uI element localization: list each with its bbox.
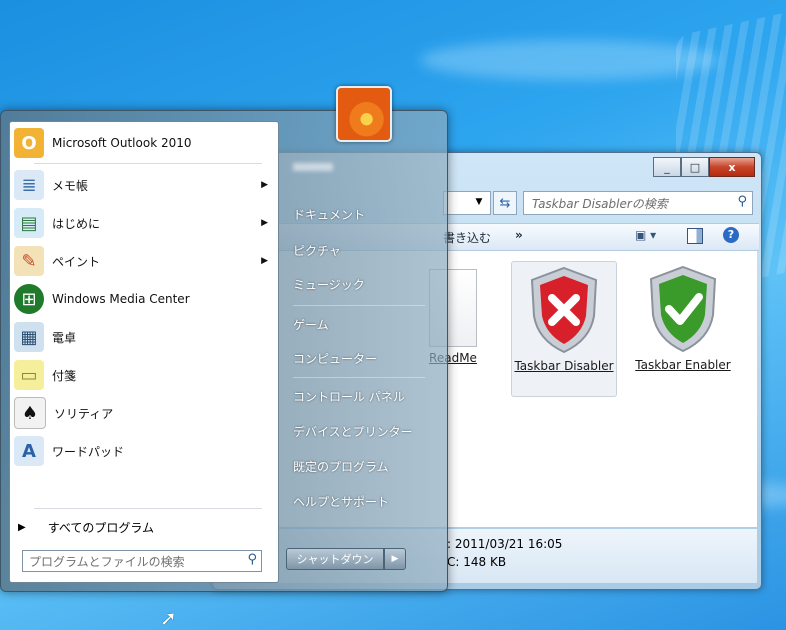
separator <box>34 508 262 509</box>
submenu-arrow-icon[interactable]: ▶ <box>261 256 268 266</box>
start-search-input[interactable]: プログラムとファイルの検索 ⚲ <box>22 550 262 572</box>
file-item-taskbar-enabler[interactable]: Taskbar Enabler <box>631 263 735 372</box>
separator <box>34 163 262 164</box>
file-label: Taskbar Disabler <box>514 359 614 373</box>
menu-computer[interactable]: コンピューター <box>285 345 443 371</box>
wordpad-icon: A <box>14 436 44 466</box>
notepad-icon: ≣ <box>14 170 44 200</box>
program-label: Microsoft Outlook 2010 <box>52 136 192 150</box>
user-picture-avatar[interactable] <box>336 86 392 142</box>
program-calculator[interactable]: ▦ 電卓 <box>14 320 274 354</box>
program-notepad[interactable]: ≣ メモ帳 ▶ <box>14 168 274 202</box>
menu-help-support[interactable]: ヘルプとサポート <box>285 488 443 514</box>
date-modified: : 2011/03/21 16:05 <box>447 537 563 551</box>
menu-devices-printers[interactable]: デバイスとプリンター <box>285 418 443 444</box>
calculator-icon: ▦ <box>14 322 44 352</box>
close-button[interactable]: x <box>709 157 755 177</box>
program-label: メモ帳 <box>52 178 89 193</box>
menu-games[interactable]: ゲーム <box>285 311 443 337</box>
program-label: ソリティア <box>54 406 114 421</box>
shutdown-options-arrow-icon[interactable]: ▶ <box>384 548 406 570</box>
address-dropdown-icon[interactable]: ▼ <box>469 191 489 213</box>
menu-default-programs[interactable]: 既定のプログラム <box>285 453 443 479</box>
help-icon[interactable]: ? <box>723 227 739 243</box>
media-center-icon: ⊞ <box>14 284 44 314</box>
program-outlook[interactable]: O Microsoft Outlook 2010 <box>14 126 274 160</box>
user-name-blurred <box>293 163 333 171</box>
all-programs-label: すべてのプログラム <box>47 520 155 535</box>
program-sticky-notes[interactable]: ▭ 付箋 <box>14 358 274 392</box>
refresh-icon[interactable]: ⇆ <box>493 191 517 215</box>
search-placeholder: Taskbar Disablerの検索 <box>532 197 668 211</box>
more-commands-button[interactable]: » <box>515 228 523 242</box>
submenu-arrow-icon[interactable]: ▶ <box>261 180 268 190</box>
program-label: 付箋 <box>52 368 77 383</box>
getting-started-icon: ▤ <box>14 208 44 238</box>
window-controls: _ □ x <box>653 157 755 177</box>
paint-icon: ✎ <box>14 246 44 276</box>
program-media-center[interactable]: ⊞ Windows Media Center <box>14 282 274 316</box>
program-label: Windows Media Center <box>52 292 190 306</box>
preview-pane-icon[interactable] <box>687 228 703 244</box>
green-shield-check-icon <box>649 265 717 353</box>
folder-search-input[interactable]: Taskbar Disablerの検索 ⚲ <box>523 191 753 215</box>
program-wordpad[interactable]: A ワードパッド <box>14 434 274 468</box>
shutdown-button[interactable]: シャットダウン <box>286 548 384 570</box>
play-arrow-icon: ▶ <box>18 521 26 533</box>
minimize-button[interactable]: _ <box>653 157 681 177</box>
search-icon[interactable]: ⚲ <box>737 194 747 209</box>
program-solitaire[interactable]: ♠ ソリティア <box>14 396 274 430</box>
menu-documents[interactable]: ドキュメント <box>285 201 443 227</box>
solitaire-icon: ♠ <box>14 397 46 429</box>
places-panel: ドキュメント ピクチャ ミュージック ゲーム コンピューター コントロール パネ… <box>279 121 439 581</box>
separator <box>293 305 425 306</box>
file-item-taskbar-disabler[interactable]: Taskbar Disabler <box>511 261 617 397</box>
change-view-icon[interactable]: ▣ ▾ <box>635 228 656 242</box>
all-programs-button[interactable]: ▶ すべてのプログラム <box>18 516 268 538</box>
burn-button[interactable]: 書き込む <box>443 229 491 246</box>
outlook-icon: O <box>14 128 44 158</box>
program-getting-started[interactable]: ▤ はじめに ▶ <box>14 206 274 240</box>
program-label: はじめに <box>52 216 101 231</box>
program-label: ワードパッド <box>52 444 125 459</box>
program-label: 電卓 <box>52 330 77 345</box>
menu-control-panel[interactable]: コントロール パネル <box>285 383 443 409</box>
red-shield-x-icon <box>530 266 598 354</box>
file-label: Taskbar Enabler <box>635 358 731 372</box>
start-menu: O Microsoft Outlook 2010 ≣ メモ帳 ▶ ▤ はじめに … <box>0 110 448 592</box>
file-size: C: 148 KB <box>447 555 507 569</box>
desktop-light-streak <box>420 40 720 80</box>
menu-music[interactable]: ミュージック <box>285 271 443 297</box>
program-label: ペイント <box>52 254 101 269</box>
maximize-button[interactable]: □ <box>681 157 709 177</box>
mouse-cursor-icon: ➚ <box>160 606 177 630</box>
submenu-arrow-icon[interactable]: ▶ <box>261 218 268 228</box>
search-placeholder: プログラムとファイルの検索 <box>29 555 185 569</box>
programs-panel: O Microsoft Outlook 2010 ≣ メモ帳 ▶ ▤ はじめに … <box>9 121 279 583</box>
separator <box>293 377 425 378</box>
search-icon[interactable]: ⚲ <box>247 552 257 567</box>
sticky-notes-icon: ▭ <box>14 360 44 390</box>
menu-pictures[interactable]: ピクチャ <box>285 237 443 263</box>
program-paint[interactable]: ✎ ペイント ▶ <box>14 244 274 278</box>
